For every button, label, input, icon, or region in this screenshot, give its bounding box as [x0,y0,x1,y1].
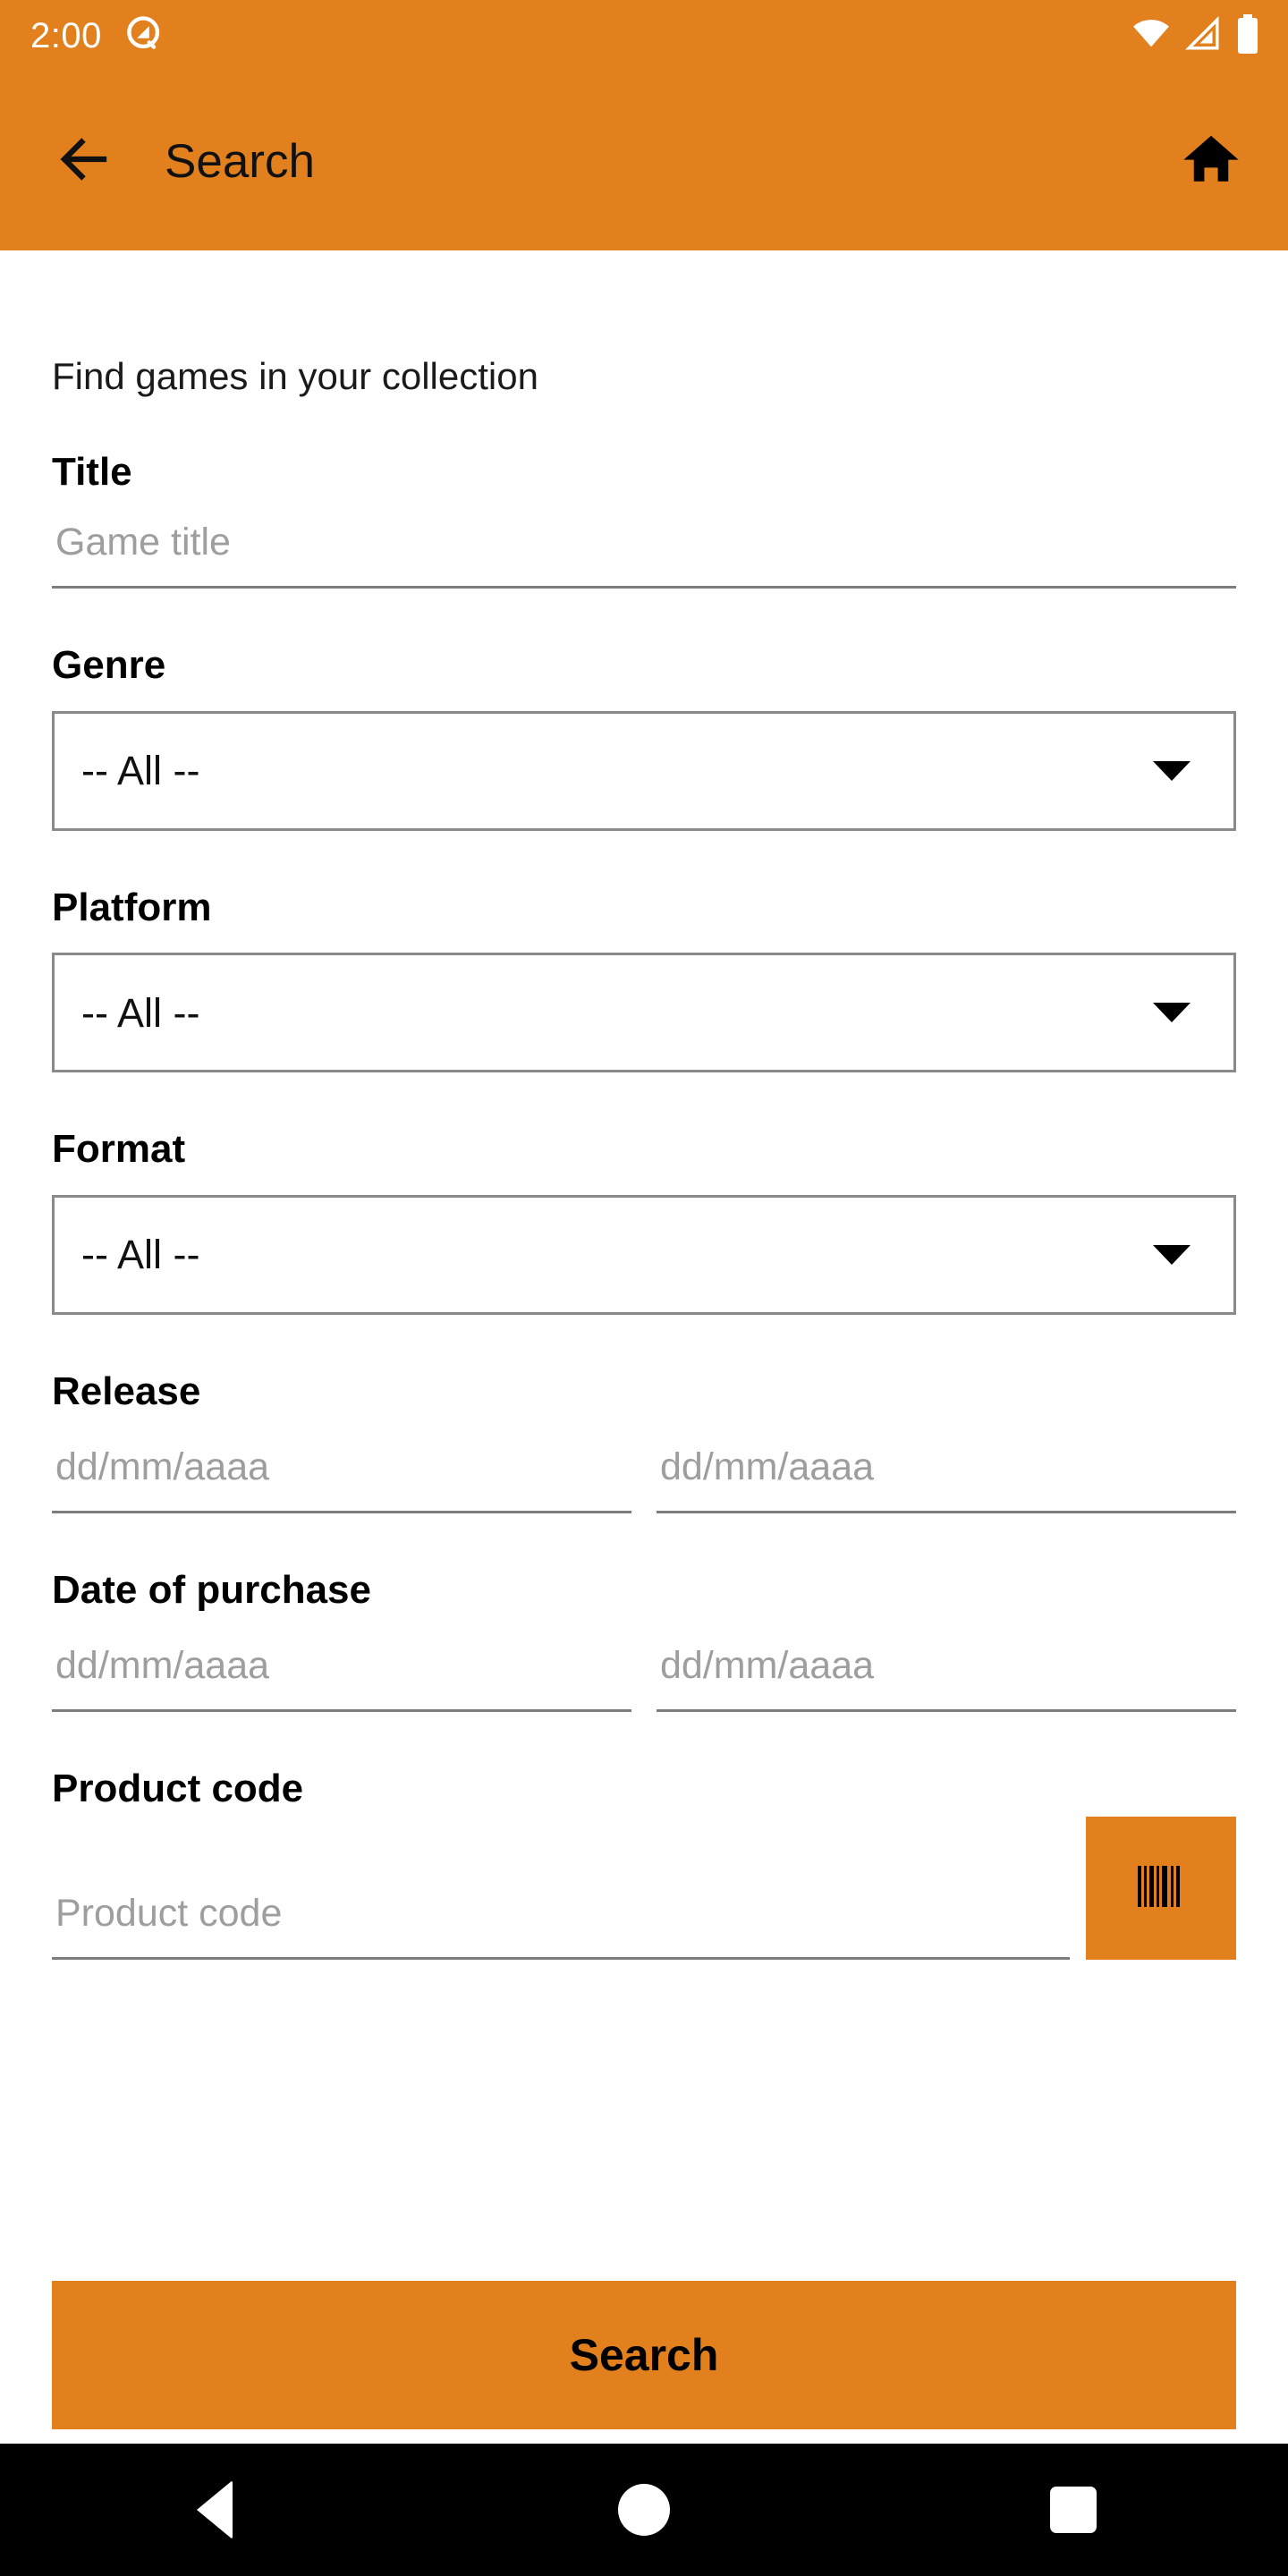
home-button[interactable] [1174,123,1249,199]
label-product-code: Product code [52,1767,304,1811]
android-nav-bar [0,2444,1288,2576]
purchase-date-to-input[interactable] [657,1630,1236,1713]
genre-selected-value: -- All -- [81,748,200,794]
nav-home-button[interactable] [577,2444,711,2576]
nav-back-button[interactable] [148,2444,282,2576]
platform-selected-value: -- All -- [81,989,200,1036]
status-bar-right [1131,13,1261,60]
platform-select[interactable]: -- All -- [52,953,1236,1073]
title-input[interactable] [52,506,1236,589]
genre-select[interactable]: -- All -- [52,710,1236,831]
release-date-range [52,1419,1236,1513]
status-clock: 2:00 [30,16,102,55]
cellular-signal-icon [1184,13,1222,59]
purchase-date-range [52,1617,1236,1713]
search-submit-button[interactable]: Search [52,2281,1236,2429]
home-circle-icon [618,2484,670,2536]
battery-icon [1234,13,1261,60]
format-selected-value: -- All -- [81,1232,200,1278]
page-title: Search [165,134,315,188]
form-intro: Find games in your collection [52,355,538,397]
label-format: Format [52,1127,186,1172]
chevron-down-icon [1153,760,1191,781]
chevron-down-icon [1153,1003,1191,1023]
home-icon [1180,128,1242,195]
phone-screen: 2:00 Search Find games in your collectio… [0,0,1288,2576]
product-code-input[interactable] [52,1877,1070,1960]
purchase-date-from-input[interactable] [52,1630,631,1713]
status-bar: 2:00 [0,0,1288,72]
chevron-down-icon [1153,1244,1191,1265]
release-date-from-input[interactable] [52,1430,631,1513]
label-platform: Platform [52,885,212,929]
arrow-left-icon [55,130,114,193]
label-date-of-purchase: Date of purchase [52,1567,371,1612]
search-form: Find games in your collection Title Genr… [0,250,1288,2444]
format-select[interactable]: -- All -- [52,1194,1236,1315]
status-bar-left: 2:00 [30,14,165,58]
back-button[interactable] [47,123,122,199]
release-date-to-input[interactable] [657,1430,1236,1513]
label-release: Release [52,1368,201,1413]
wifi-icon [1131,13,1172,59]
nav-recents-button[interactable] [1006,2444,1140,2576]
barcode-icon [1136,1866,1186,1910]
app-bar: Search [0,72,1288,250]
back-triangle-icon [197,2480,233,2539]
android-q-icon [125,14,165,58]
product-code-row [52,1816,1236,1960]
recents-square-icon [1050,2487,1097,2533]
label-genre: Genre [52,643,166,688]
scan-barcode-button[interactable] [1086,1816,1236,1960]
label-title: Title [52,450,132,494]
